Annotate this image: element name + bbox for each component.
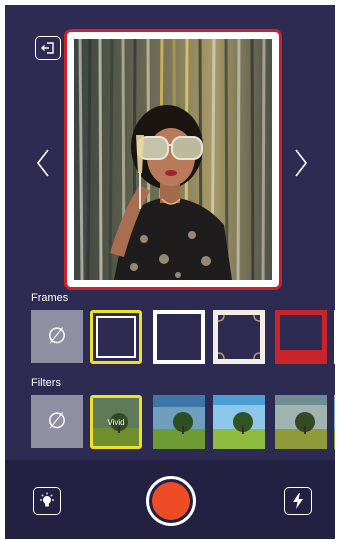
party-portrait-image	[74, 39, 272, 280]
shutter-button[interactable]	[146, 476, 196, 526]
filter-option-3[interactable]	[153, 395, 205, 449]
filter-preview-image	[334, 395, 335, 449]
none-icon: ∅	[47, 323, 67, 349]
frame-ornate-gold[interactable]	[213, 310, 265, 364]
frames-label: Frames	[31, 292, 69, 304]
filter-preview-image	[275, 395, 327, 449]
frame-preview-border	[96, 316, 136, 358]
filter-option-4[interactable]	[213, 395, 265, 449]
flash-icon	[293, 493, 303, 509]
none-icon: ∅	[47, 408, 67, 434]
photo-preview-frame	[64, 29, 282, 290]
filter-preview-image	[213, 395, 265, 449]
filter-vivid[interactable]: Vivid	[90, 395, 142, 449]
chevron-left-icon[interactable]	[35, 148, 51, 178]
exit-icon	[41, 42, 54, 54]
frames-carousel: ∅	[5, 310, 335, 372]
lightbulb-icon	[40, 492, 54, 507]
filter-preview-image	[153, 395, 205, 449]
filters-carousel: ∅ Vivid	[5, 395, 335, 457]
ornate-corners-icon	[218, 315, 260, 359]
chevron-right-icon[interactable]	[293, 148, 309, 178]
flash-button[interactable]	[284, 487, 312, 515]
frame-plain-white[interactable]	[90, 310, 142, 364]
filter-option-5[interactable]	[275, 395, 327, 449]
camera-screen: Frames ∅ Filters ∅ Vivid	[5, 5, 335, 539]
filter-none-option[interactable]: ∅	[31, 395, 83, 448]
frame-red-polaroid[interactable]	[275, 310, 327, 364]
camera-control-bar	[5, 460, 335, 539]
frame-none-option[interactable]: ∅	[31, 310, 83, 363]
exit-button[interactable]	[35, 36, 61, 60]
tips-button[interactable]	[33, 487, 61, 515]
frame-white-partial[interactable]	[334, 310, 335, 364]
shutter-core	[152, 482, 190, 520]
filter-label: Vivid	[107, 418, 125, 427]
photo-preview	[74, 39, 272, 280]
filters-label: Filters	[31, 377, 61, 389]
filter-option-6[interactable]	[334, 395, 335, 449]
frame-white-lace[interactable]	[153, 310, 205, 364]
